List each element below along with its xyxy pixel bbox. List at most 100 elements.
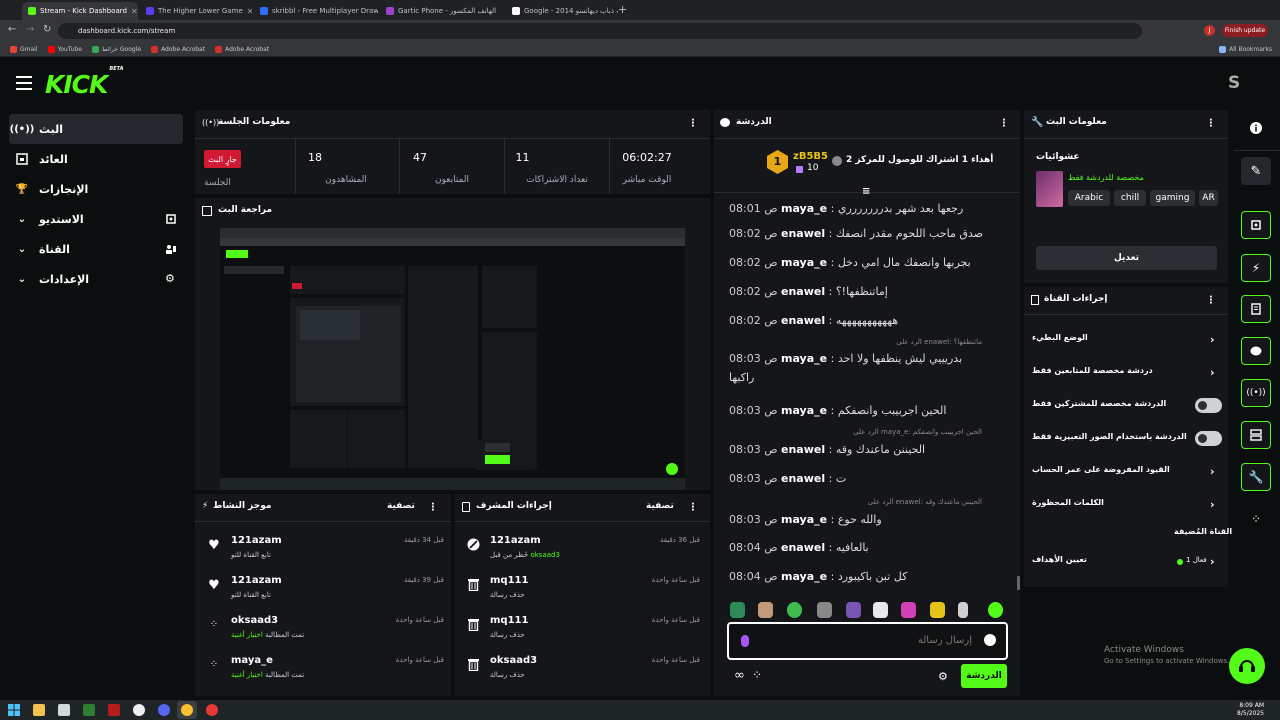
emote-icon[interactable] [873,602,888,618]
chat-message[interactable]: 08:02 ص enawel : صدق ماحب اللحوم مقدر ان… [729,227,983,240]
chat-username[interactable]: maya_e [781,570,827,583]
bookmark-acrobat-2[interactable]: Adobe Acrobat [215,45,269,53]
chat-scrollbar[interactable] [1017,576,1020,590]
opera-icon[interactable] [206,704,218,716]
discord-icon[interactable] [158,704,170,716]
more-options-icon[interactable]: · · · [691,500,695,516]
close-tab-icon[interactable]: ✕ [247,7,252,16]
mod-target-user[interactable]: mq111 [490,575,528,586]
close-tab-icon[interactable]: ✕ [131,7,138,16]
forward-icon[interactable]: → [26,24,34,35]
nav-item-channel[interactable]: ⌄ القناة [9,234,183,264]
moderator-name[interactable]: oksaad3 [530,551,559,559]
bolt-icon[interactable]: ⚡ [1241,254,1271,282]
edit-stream-button[interactable]: تعديل [1036,246,1217,270]
chat-message[interactable]: 08:03 ص maya_e : والله حوع [729,513,882,526]
expand-handle-icon[interactable]: ≡ [862,186,870,197]
tab-kick-dashboard[interactable]: Stream - Kick Dashboard ✕ [22,2,138,20]
more-options-icon[interactable]: · · · [431,500,435,516]
chat-username[interactable]: enawel [781,472,825,485]
chat-message[interactable]: 08:03 ص enawel : ت [729,472,846,485]
stream-preview-video[interactable] [220,228,685,490]
chat-message[interactable]: 08:02 ص enawel : هههههههههههه [729,314,898,327]
microphone-icon[interactable] [741,635,749,647]
set-goals-row[interactable]: تعيين الأهداف فعال 1 › [1032,555,1220,569]
url-input[interactable]: dashboard.kick.com/stream [58,23,1142,39]
mod-target-user[interactable]: oksaad3 [490,655,537,666]
chat-username[interactable]: enawel [781,314,825,327]
more-options-icon[interactable]: · · · [691,116,695,132]
chat-username[interactable]: maya_e [781,256,827,269]
finish-update-button[interactable]: Finish update [1222,24,1268,37]
store-icon[interactable] [58,704,70,716]
nav-item-settings[interactable]: ⌄ الإعدادات ⚙ [9,264,183,294]
more-options-icon[interactable]: · · · [1209,116,1213,132]
broadcast-icon[interactable]: ((•)) [1241,379,1271,407]
more-options-icon[interactable]: · · · [1002,116,1006,132]
all-bookmarks[interactable]: All Bookmarks [1219,45,1272,53]
activity-filter-button[interactable]: تصفية [387,501,415,511]
xbox-icon[interactable] [83,704,95,716]
wrench-icon[interactable]: 🔧 [1241,463,1271,491]
bookmark-gmail[interactable]: Gmail [10,45,38,53]
chat-username[interactable]: maya_e [781,352,827,365]
emote-icon[interactable] [901,602,916,618]
stream-category[interactable]: عشوائيات [1036,152,1080,162]
taskbar-clock[interactable]: 8:09 AM 8/5/2025 [1234,702,1264,718]
followers-only-row[interactable]: دردشة مخصصة للمتابعين فقط › [1032,366,1220,380]
points-icon[interactable]: ⁘ [752,668,762,682]
chat-message-input[interactable]: إرسال رسالة [727,622,1008,660]
emote-icon[interactable] [930,602,945,618]
support-chat-button[interactable] [1229,648,1265,684]
category-thumbnail[interactable] [1036,171,1063,207]
chat-username[interactable]: maya_e [781,202,827,215]
activity-user[interactable]: 121azam [231,535,282,546]
chat-icon[interactable] [1241,337,1271,365]
tab-higher-lower[interactable]: The Higher Lower Game ✕ [140,2,252,20]
send-chat-button[interactable]: الدردشة [961,664,1007,688]
file-explorer-icon[interactable] [33,704,45,716]
studio-icon[interactable] [1241,211,1271,239]
stream-tag[interactable]: gaming [1150,190,1195,206]
points-icon[interactable]: ⁘ [1241,505,1271,533]
banned-words-row[interactable]: الكلمات المحظورة › [1032,498,1220,512]
chat-message[interactable]: 08:03 ص maya_e : بدريييي ليش ينظفها ولا … [729,352,962,365]
chat-username[interactable]: maya_e [781,513,827,526]
menu-icon[interactable] [16,76,32,90]
edit-pencil-icon[interactable]: ✎ [1241,157,1271,185]
chat-message[interactable]: 08:02 ص enawel : إماتنظفها!؟ [729,285,888,298]
emote-only-toggle[interactable] [1195,431,1222,446]
bookmark-youtube[interactable]: YouTube [47,45,82,53]
chat-message[interactable]: 08:01 ص maya_e : رجعها بعد شهر بدررررررر… [729,202,963,215]
nav-item-revenue[interactable]: العائد [9,144,183,174]
emote-icon[interactable] [958,602,968,618]
mod-filter-button[interactable]: تصفية [646,501,674,511]
chat-settings-icon[interactable]: ⚙ [938,670,948,683]
kick-logo[interactable]: KICKBETA [45,66,124,99]
windows-start-icon[interactable] [8,704,20,716]
slow-mode-row[interactable]: الوضع البطيء › [1032,333,1220,347]
bookmark-maps[interactable]: خرائط Google [91,45,141,53]
new-tab-button[interactable]: + [618,3,627,16]
bookmark-acrobat-1[interactable]: Adobe Acrobat [151,45,205,53]
chrome-icon[interactable] [181,704,193,716]
nav-item-achievements[interactable]: 🏆 الإنجازات [9,174,183,204]
stream-tag[interactable]: Arabic [1068,190,1110,206]
nav-item-studio[interactable]: ⌄ الاستديو [9,204,183,234]
infinity-icon[interactable]: ∞ [734,668,745,683]
layout-icon[interactable] [1241,421,1271,449]
account-age-row[interactable]: القيود المفروضة على عمر الحساب › [1032,465,1220,479]
chat-username[interactable]: maya_e [781,404,827,417]
notes-icon[interactable] [1241,295,1271,323]
chat-username[interactable]: enawel [781,227,825,240]
chat-message[interactable]: 08:03 ص enawel : الحيننن ماعندك وقه [729,443,925,456]
emoji-picker-icon[interactable] [984,634,996,646]
top-gifter-name[interactable]: zB5B5 [793,151,828,162]
chat-message[interactable]: 08:04 ص enawel : بالعافيه [729,541,869,554]
stream-tag[interactable]: AR [1199,190,1218,206]
user-avatar[interactable]: S [1228,73,1240,93]
nav-item-stream[interactable]: ((•)) البث [9,114,183,144]
activity-user[interactable]: oksaad3 [231,615,278,626]
info-icon[interactable] [1241,114,1271,142]
stream-tag[interactable]: chill [1114,190,1146,206]
